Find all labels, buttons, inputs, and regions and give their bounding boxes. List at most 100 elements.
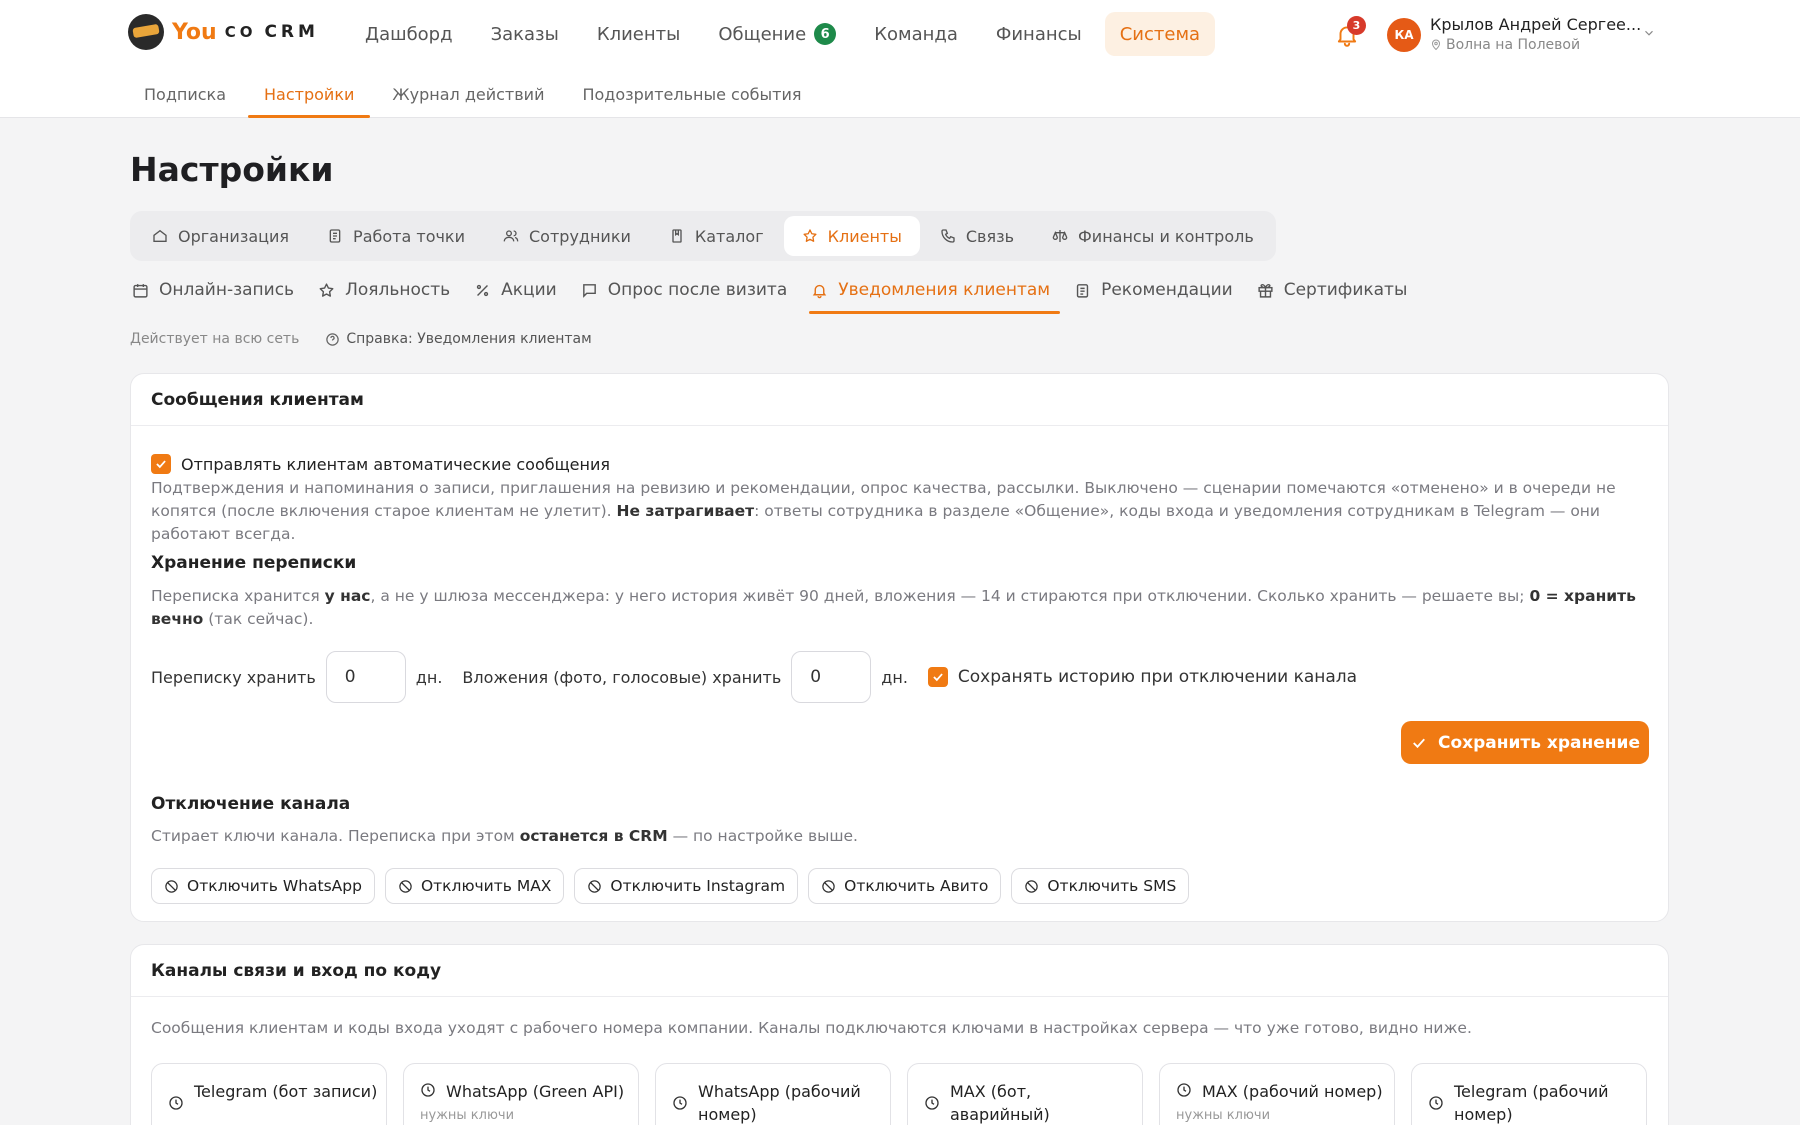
keep-attachments-days-input[interactable] bbox=[791, 651, 872, 703]
save-storage-label: Сохранить хранение bbox=[1437, 732, 1640, 753]
document-icon bbox=[329, 229, 341, 243]
tab-label: Онлайн-запись bbox=[159, 280, 295, 300]
help-link[interactable]: Справка: Уведомления клиентам bbox=[325, 331, 592, 347]
button-label: Отключить SMS bbox=[1047, 877, 1177, 895]
tab-employees[interactable]: Сотрудники bbox=[485, 216, 649, 256]
nav-label: Финансы bbox=[995, 23, 1082, 45]
user-name[interactable]: Крылов Андрей Сергее... bbox=[1430, 15, 1641, 34]
subnav-activity-log[interactable]: Журнал действий bbox=[376, 70, 560, 118]
tab-catalog[interactable]: Каталог bbox=[651, 216, 782, 256]
auto-messages-label: Отправлять клиентам автоматические сообщ… bbox=[181, 454, 610, 474]
tab-client-notifications[interactable]: Уведомления клиентам bbox=[809, 268, 1060, 314]
auto-messages-toggle[interactable]: Отправлять клиентам автоматические сообщ… bbox=[151, 454, 610, 474]
desc-text: — по настройке выше. bbox=[667, 827, 858, 845]
percent-icon bbox=[476, 284, 489, 296]
nav-label: Общение bbox=[718, 23, 807, 45]
logo-co-text: CO bbox=[224, 23, 257, 41]
tab-communication[interactable]: Связь bbox=[922, 216, 1032, 256]
clock-icon bbox=[925, 1096, 939, 1110]
subnav-settings[interactable]: Настройки bbox=[248, 70, 371, 118]
tab-online-booking[interactable]: Онлайн-запись bbox=[130, 268, 304, 312]
check-icon bbox=[1413, 738, 1425, 748]
scope-line: Действует на всю сеть Справка: Уведомлен… bbox=[130, 331, 592, 347]
subnav-subscription[interactable]: Подписка bbox=[128, 70, 242, 118]
checkbox-checked[interactable] bbox=[151, 454, 171, 474]
clipboard-icon bbox=[1076, 283, 1089, 298]
nav-label: Дашборд bbox=[365, 23, 453, 45]
scope-text: Действует на всю сеть bbox=[130, 331, 300, 347]
days-unit: дн. bbox=[881, 667, 908, 687]
nav-orders[interactable]: Заказы bbox=[476, 12, 574, 56]
desc-bold: останется в CRM bbox=[519, 827, 668, 845]
tab-label: Работа точки bbox=[353, 226, 465, 246]
channel-whatsapp-work[interactable]: WhatsApp (рабочий номер) bbox=[655, 1063, 891, 1125]
tab-post-visit-survey[interactable]: Опрос после визита bbox=[579, 268, 798, 312]
tab-label: Уведомления клиентам bbox=[838, 280, 1051, 300]
avatar[interactable]: КА bbox=[1387, 18, 1421, 52]
ban-icon bbox=[1025, 879, 1039, 893]
tab-recommendations[interactable]: Рекомендации bbox=[1072, 268, 1243, 312]
tab-organization[interactable]: Организация bbox=[134, 216, 307, 256]
desc-text: Стирает ключи канала. Переписка при этом bbox=[151, 827, 520, 845]
disconnect-buttons: Отключить WhatsApp Отключить MAX Отключи… bbox=[151, 868, 1190, 904]
retention-row: Переписку хранить дн. Вложения (фото, го… bbox=[151, 651, 1357, 703]
logo-mark-icon bbox=[128, 14, 164, 50]
channel-whatsapp-green-api[interactable]: WhatsApp (Green API) нужны ключи bbox=[403, 1063, 639, 1125]
nav-clients[interactable]: Клиенты bbox=[582, 12, 696, 56]
tab-label: Опрос после визита bbox=[607, 280, 788, 300]
unread-badge: 6 bbox=[814, 23, 837, 45]
disconnect-sms-button[interactable]: Отключить SMS bbox=[1011, 868, 1190, 904]
channel-title: Telegram (бот записи) bbox=[194, 1082, 378, 1101]
tab-label: Каталог bbox=[694, 226, 764, 246]
disconnect-avito-button[interactable]: Отключить Авито bbox=[808, 868, 1002, 904]
nav-system[interactable]: Система bbox=[1104, 12, 1216, 56]
top-header: You CO CRM Дашборд Заказы Клиенты Общени… bbox=[0, 0, 1800, 118]
storage-description: Переписка хранится у нас, а не у шлюза м… bbox=[151, 585, 1641, 631]
channel-telegram-bot[interactable]: Telegram (бот записи) bbox=[151, 1063, 387, 1125]
nav-communication[interactable]: Общение 6 bbox=[703, 12, 851, 56]
disconnect-max-button[interactable]: Отключить MAX bbox=[384, 868, 565, 904]
clients-subsection-tabs: Онлайн-запись Лояльность Акции Опрос пос… bbox=[130, 268, 1429, 314]
nav-dashboard[interactable]: Дашборд bbox=[350, 12, 468, 56]
star-icon bbox=[803, 229, 817, 242]
user-location: Волна на Полевой bbox=[1430, 37, 1580, 53]
keep-messages-days-input[interactable] bbox=[325, 651, 406, 703]
page-title: Настройки bbox=[130, 150, 334, 189]
checkbox-checked[interactable] bbox=[927, 667, 948, 687]
button-label: Отключить WhatsApp bbox=[187, 877, 362, 895]
subnav-suspicious-events[interactable]: Подозрительные события bbox=[566, 70, 817, 118]
disconnect-whatsapp-button[interactable]: Отключить WhatsApp bbox=[151, 868, 375, 904]
card-title: Каналы связи и вход по коду bbox=[131, 945, 1668, 997]
disconnect-instagram-button[interactable]: Отключить Instagram bbox=[574, 868, 799, 904]
nav-finance[interactable]: Финансы bbox=[981, 12, 1097, 56]
channel-status: нужны ключи bbox=[420, 1108, 515, 1123]
sub-nav: Подписка Настройки Журнал действий Подоз… bbox=[128, 70, 817, 118]
check-icon bbox=[156, 460, 166, 469]
channel-max-work[interactable]: MAX (рабочий номер) нужны ключи bbox=[1159, 1063, 1395, 1125]
tab-point-work[interactable]: Работа точки bbox=[309, 216, 483, 256]
nav-label: Заказы bbox=[490, 23, 559, 45]
clock-icon bbox=[421, 1083, 435, 1097]
ban-icon bbox=[822, 879, 835, 893]
channel-telegram-work[interactable]: Telegram (рабочий номер) bbox=[1411, 1063, 1647, 1125]
tab-finance-control[interactable]: Финансы и контроль bbox=[1034, 216, 1272, 256]
user-location-text: Волна на Полевой bbox=[1446, 37, 1581, 53]
tab-clients[interactable]: Клиенты bbox=[783, 216, 920, 256]
tab-label: Клиенты bbox=[827, 226, 902, 246]
logo-you-text: You bbox=[172, 19, 217, 45]
nav-team[interactable]: Команда bbox=[859, 12, 973, 56]
settings-category-tabs: Организация Работа точки Сотрудники Ката… bbox=[130, 211, 1276, 261]
tab-promotions[interactable]: Акции bbox=[472, 268, 567, 312]
channel-title: WhatsApp (рабочий номер) bbox=[698, 1082, 861, 1124]
keep-history-toggle[interactable]: Сохранять историю при отключении канала bbox=[927, 667, 1357, 687]
channel-title: MAX (бот, аварийный) bbox=[950, 1082, 1050, 1124]
tab-loyalty[interactable]: Лояльность bbox=[316, 268, 460, 312]
tab-certificates[interactable]: Сертификаты bbox=[1255, 268, 1418, 312]
channel-max-bot[interactable]: MAX (бот, аварийный) bbox=[907, 1063, 1143, 1125]
users-icon bbox=[503, 230, 519, 242]
brand-logo[interactable]: You CO CRM bbox=[128, 14, 319, 50]
button-label: Отключить Авито bbox=[844, 877, 989, 895]
chevron-down-icon[interactable] bbox=[1642, 26, 1656, 40]
save-storage-button[interactable]: Сохранить хранение bbox=[1401, 721, 1649, 764]
ban-icon bbox=[588, 879, 602, 893]
